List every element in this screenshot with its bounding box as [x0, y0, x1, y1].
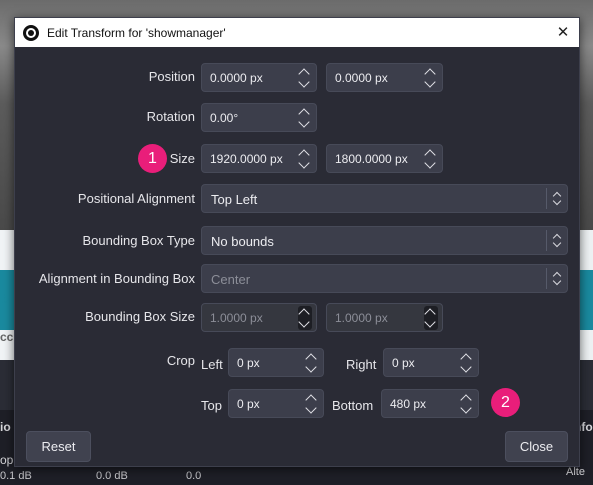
background-text: cc: [0, 330, 14, 344]
volume-meter-label: 0.0: [186, 470, 202, 482]
chevron-updown-icon: [550, 270, 564, 288]
rotation-input[interactable]: 0.00°: [201, 103, 317, 132]
size-label: Size: [169, 151, 195, 166]
spin-arrows-icon[interactable]: [424, 147, 438, 171]
position-y-input[interactable]: 0.0000 px: [326, 63, 443, 92]
obs-logo-icon: [23, 24, 39, 41]
size-height-input[interactable]: 1800.0000 px: [326, 144, 443, 173]
crop-label: Crop: [166, 353, 195, 368]
crop-left-input[interactable]: 0 px: [228, 348, 324, 377]
positional-alignment-label: Positional Alignment: [77, 191, 195, 206]
title-bar[interactable]: Edit Transform for 'showmanager' ✕: [15, 18, 579, 47]
crop-top-input[interactable]: 0 px: [228, 389, 324, 418]
background-text: op: [0, 453, 14, 467]
chevron-updown-icon: [550, 190, 564, 208]
bounding-box-size-label: Bounding Box Size: [85, 309, 195, 324]
background-text: b: [2, 292, 10, 306]
background-text: Alte: [566, 466, 585, 478]
position-label: Position: [148, 69, 195, 84]
crop-bottom-input[interactable]: 480 px: [381, 389, 479, 418]
annotation-badge-1: 1: [138, 144, 167, 173]
positional-alignment-select[interactable]: Top Left: [201, 184, 568, 213]
crop-left-label: Left: [201, 357, 223, 372]
edit-transform-dialog: Edit Transform for 'showmanager' ✕ Posit…: [14, 17, 580, 467]
background-text: io: [0, 420, 11, 434]
spin-arrows-icon[interactable]: [460, 392, 474, 416]
spin-arrows-icon[interactable]: [305, 392, 319, 416]
spin-arrows-icon[interactable]: [424, 66, 438, 90]
reset-button[interactable]: Reset: [26, 431, 91, 462]
spin-arrows-icon[interactable]: [305, 351, 319, 375]
volume-meter-label: 0.1 dB: [0, 470, 32, 482]
chevron-updown-icon: [550, 232, 564, 250]
spin-arrows-icon[interactable]: [298, 106, 312, 130]
alignment-in-bounding-box-select[interactable]: Center: [201, 264, 568, 293]
spin-arrows-icon[interactable]: [460, 351, 474, 375]
crop-right-input[interactable]: 0 px: [383, 348, 479, 377]
crop-top-label: Top: [201, 398, 222, 413]
crop-right-label: Right: [346, 357, 377, 372]
spin-arrows-icon[interactable]: [298, 66, 312, 90]
window-title: Edit Transform for 'showmanager': [47, 25, 226, 40]
volume-meter-label: 0.0 dB: [96, 470, 128, 482]
bounding-box-type-select[interactable]: No bounds: [201, 226, 568, 255]
rotation-label: Rotation: [146, 109, 195, 124]
position-x-input[interactable]: 0.0000 px: [201, 63, 317, 92]
crop-bottom-label: Bottom: [332, 398, 374, 413]
alignment-in-bounding-box-label: Alignment in Bounding Box: [38, 271, 195, 286]
spin-arrows-icon[interactable]: [298, 147, 312, 171]
spin-arrows-icon[interactable]: [298, 306, 312, 330]
spin-arrows-icon[interactable]: [424, 306, 438, 330]
size-width-input[interactable]: 1920.0000 px: [201, 144, 317, 173]
annotation-badge-2: 2: [491, 388, 520, 417]
bounding-box-height-input[interactable]: 1.0000 px: [326, 303, 443, 332]
bounding-box-type-label: Bounding Box Type: [82, 233, 195, 248]
bounding-box-width-input[interactable]: 1.0000 px: [201, 303, 317, 332]
close-button[interactable]: Close: [505, 431, 568, 462]
close-icon[interactable]: ✕: [553, 22, 573, 42]
